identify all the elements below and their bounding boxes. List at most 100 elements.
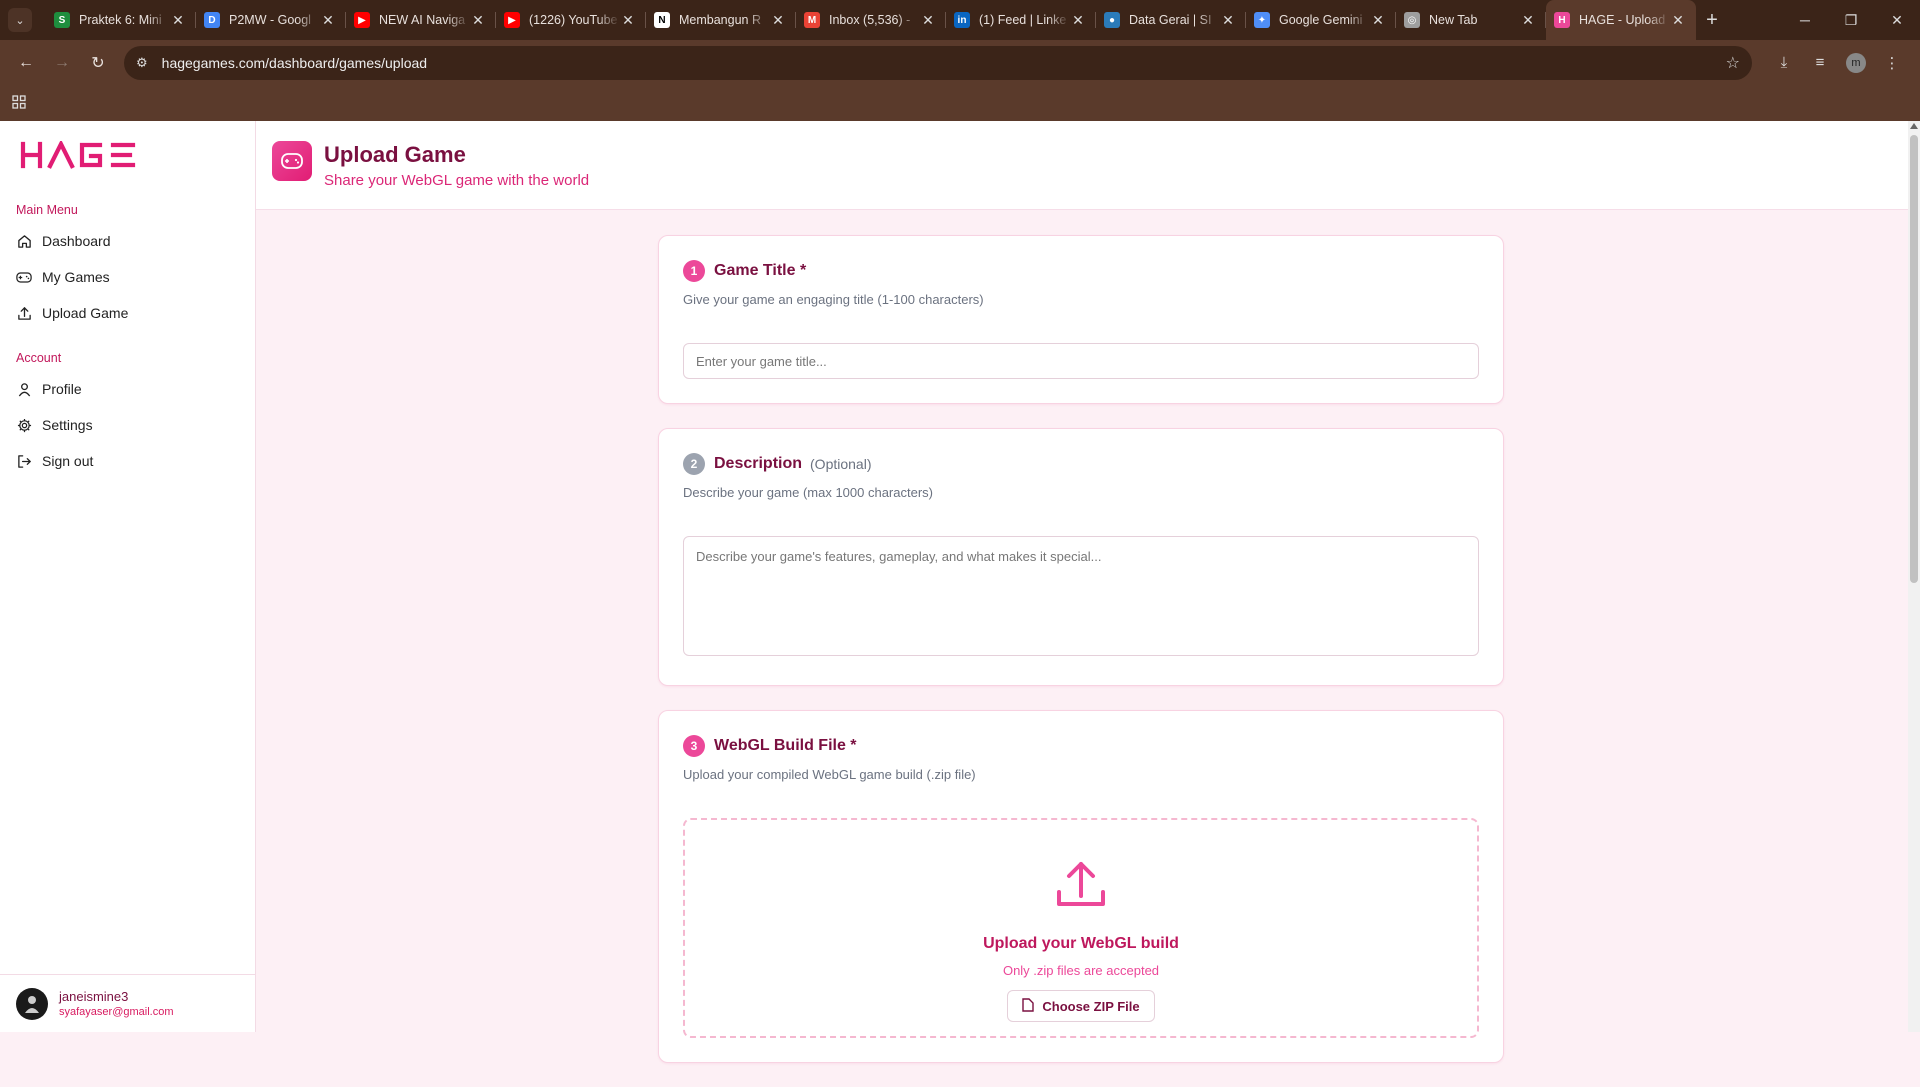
tab-favicon-icon: N <box>654 12 670 28</box>
tab-close-icon[interactable]: ✕ <box>920 12 936 29</box>
browser-toolbar: ← → ↻ ⚙ hagegames.com/dashboard/games/up… <box>0 40 1920 85</box>
user-icon <box>16 381 32 397</box>
back-button[interactable]: ← <box>10 47 42 79</box>
gear-icon <box>16 417 32 433</box>
description-textarea[interactable] <box>683 536 1479 656</box>
tab-close-icon[interactable]: ✕ <box>620 12 636 29</box>
downloads-icon[interactable]: ⤓ <box>1766 54 1802 71</box>
scroll-up-arrow[interactable] <box>1910 123 1918 129</box>
browser-tab[interactable]: D P2MW - Googl ✕ <box>196 0 346 40</box>
tab-close-icon[interactable]: ✕ <box>1220 12 1236 29</box>
tab-title: Inbox (5,536) - <box>829 13 911 27</box>
main-menu-heading: Main Menu <box>16 203 78 217</box>
sidebar-item-label: Settings <box>42 417 93 433</box>
browser-tab[interactable]: ◎ New Tab ✕ <box>1396 0 1546 40</box>
scrollbar-thumb[interactable] <box>1910 135 1918 583</box>
tab-close-icon[interactable]: ✕ <box>770 12 786 29</box>
sidebar-item-label: My Games <box>42 269 110 285</box>
step-number-badge: 1 <box>683 260 705 282</box>
tab-favicon-icon: S <box>54 12 70 28</box>
avatar <box>16 987 48 1020</box>
step-number-badge: 2 <box>683 453 705 475</box>
tab-close-icon[interactable]: ✕ <box>320 12 336 29</box>
dropzone-subtitle: Only .zip files are accepted <box>1002 963 1160 978</box>
apps-grid-icon[interactable] <box>12 94 26 112</box>
browser-tab[interactable]: ▶ (1226) YouTube ✕ <box>496 0 646 40</box>
close-window-button[interactable]: ✕ <box>1874 12 1920 29</box>
game-title-label: Game Title * <box>714 262 807 279</box>
hage-logo[interactable] <box>0 121 255 191</box>
browser-tab[interactable]: ▶ NEW AI Naviga ✕ <box>346 0 496 40</box>
browser-tab[interactable]: in (1) Feed | Linke ✕ <box>946 0 1096 40</box>
game-title-card: 1 Game Title * Give your game an engagin… <box>658 235 1504 404</box>
tab-close-icon[interactable]: ✕ <box>470 12 486 29</box>
user-profile-card[interactable]: janeismine3 syafayaser@gmail.com <box>0 974 255 1032</box>
tab-favicon-icon: D <box>204 12 220 28</box>
browser-tab-strip: ⌄ S Praktek 6: Mini ✕ D P2MW - Googl ✕ ▶ NEW AI… <box>0 0 1920 40</box>
browser-tab[interactable]: ✦ Google Gemini ✕ <box>1246 0 1396 40</box>
user-email: syafayaser@gmail.com <box>59 1006 174 1018</box>
address-bar[interactable]: ⚙ hagegames.com/dashboard/games/upload ☆ <box>124 45 1752 80</box>
tab-title: (1) Feed | Linke <box>979 13 1067 27</box>
app-root: Main Menu Dashboard My Games Upload Game A… <box>0 121 1908 1063</box>
upload-form: 1 Game Title * Give your game an engagin… <box>658 235 1504 1087</box>
reload-button[interactable]: ↻ <box>82 47 114 79</box>
browser-tab[interactable]: M Inbox (5,536) - ✕ <box>796 0 946 40</box>
choose-zip-button[interactable]: Choose ZIP File <box>1007 990 1155 1022</box>
page-subtitle: Share your WebGL game with the world <box>324 171 590 189</box>
restore-button[interactable]: ❐ <box>1828 12 1874 29</box>
upload-icon <box>1053 856 1109 917</box>
browser-tab[interactable]: S Praktek 6: Mini ✕ <box>46 0 196 40</box>
tab-favicon-icon: ● <box>1104 12 1120 28</box>
media-control-icon[interactable]: ≡ <box>1802 54 1838 71</box>
tab-close-icon[interactable]: ✕ <box>1520 12 1536 29</box>
tab-favicon-icon: ✦ <box>1254 12 1270 28</box>
tab-search-button[interactable]: ⌄ <box>8 8 32 32</box>
tab-close-icon[interactable]: ✕ <box>1670 12 1686 29</box>
step-number-badge: 3 <box>683 735 705 757</box>
game-title-input[interactable] <box>683 343 1479 379</box>
new-tab-button[interactable]: + <box>1696 9 1728 32</box>
game-title-hint: Give your game an engaging title (1-100 … <box>683 292 984 307</box>
browser-tab[interactable]: H HAGE - Upload ✕ <box>1546 0 1696 40</box>
gamepad-icon <box>272 141 312 181</box>
browser-tab[interactable]: ● Data Gerai | SI ✕ <box>1096 0 1246 40</box>
sidebar-item-settings[interactable]: Settings <box>0 407 255 443</box>
page-scrollbar[interactable] <box>1908 121 1920 1032</box>
tab-title: HAGE - Upload <box>1579 13 1666 27</box>
tab-favicon-icon: H <box>1554 12 1570 28</box>
sidebar-item-dashboard[interactable]: Dashboard <box>0 223 255 259</box>
tab-close-icon[interactable]: ✕ <box>170 12 186 29</box>
browser-tab[interactable]: N Membangun R ✕ <box>646 0 796 40</box>
bookmarks-bar <box>0 85 1920 121</box>
tab-favicon-icon: ▶ <box>504 12 520 28</box>
forward-button[interactable]: → <box>46 47 78 79</box>
sidebar-item-my-games[interactable]: My Games <box>0 259 255 295</box>
sidebar-item-sign-out[interactable]: Sign out <box>0 443 255 479</box>
browser-menu-icon[interactable]: ⋮ <box>1874 54 1910 72</box>
tab-close-icon[interactable]: ✕ <box>1370 12 1386 29</box>
gamepad-icon <box>16 269 32 285</box>
bookmark-star-icon[interactable]: ☆ <box>1726 53 1740 73</box>
sidebar-item-upload-game[interactable]: Upload Game <box>0 295 255 331</box>
sidebar-item-label: Dashboard <box>42 233 111 249</box>
tab-title: Membangun R <box>679 13 761 27</box>
site-info-icon[interactable]: ⚙ <box>136 55 148 71</box>
sidebar-item-profile[interactable]: Profile <box>0 371 255 407</box>
window-controls: ─ ❐ ✕ <box>1782 12 1920 29</box>
optional-tag: (Optional) <box>810 456 872 472</box>
sidebar-item-label: Upload Game <box>42 305 129 321</box>
page-header: Upload Game Share your WebGL game with t… <box>256 121 1908 210</box>
minimize-button[interactable]: ─ <box>1782 12 1828 29</box>
file-dropzone[interactable]: Upload your WebGL build Only .zip files … <box>683 818 1479 1038</box>
tab-title: Data Gerai | SI <box>1129 13 1212 27</box>
main-content: Upload Game Share your WebGL game with t… <box>256 121 1908 1063</box>
choose-zip-label: Choose ZIP File <box>1042 998 1140 1014</box>
tab-close-icon[interactable]: ✕ <box>1070 12 1086 29</box>
tab-title: Praktek 6: Mini <box>79 13 162 27</box>
sidebar-item-label: Profile <box>42 381 82 397</box>
tab-favicon-icon: ▶ <box>354 12 370 28</box>
sign-out-icon <box>16 453 32 469</box>
tab-favicon-icon: M <box>804 12 820 28</box>
profile-button[interactable]: m <box>1838 52 1874 73</box>
